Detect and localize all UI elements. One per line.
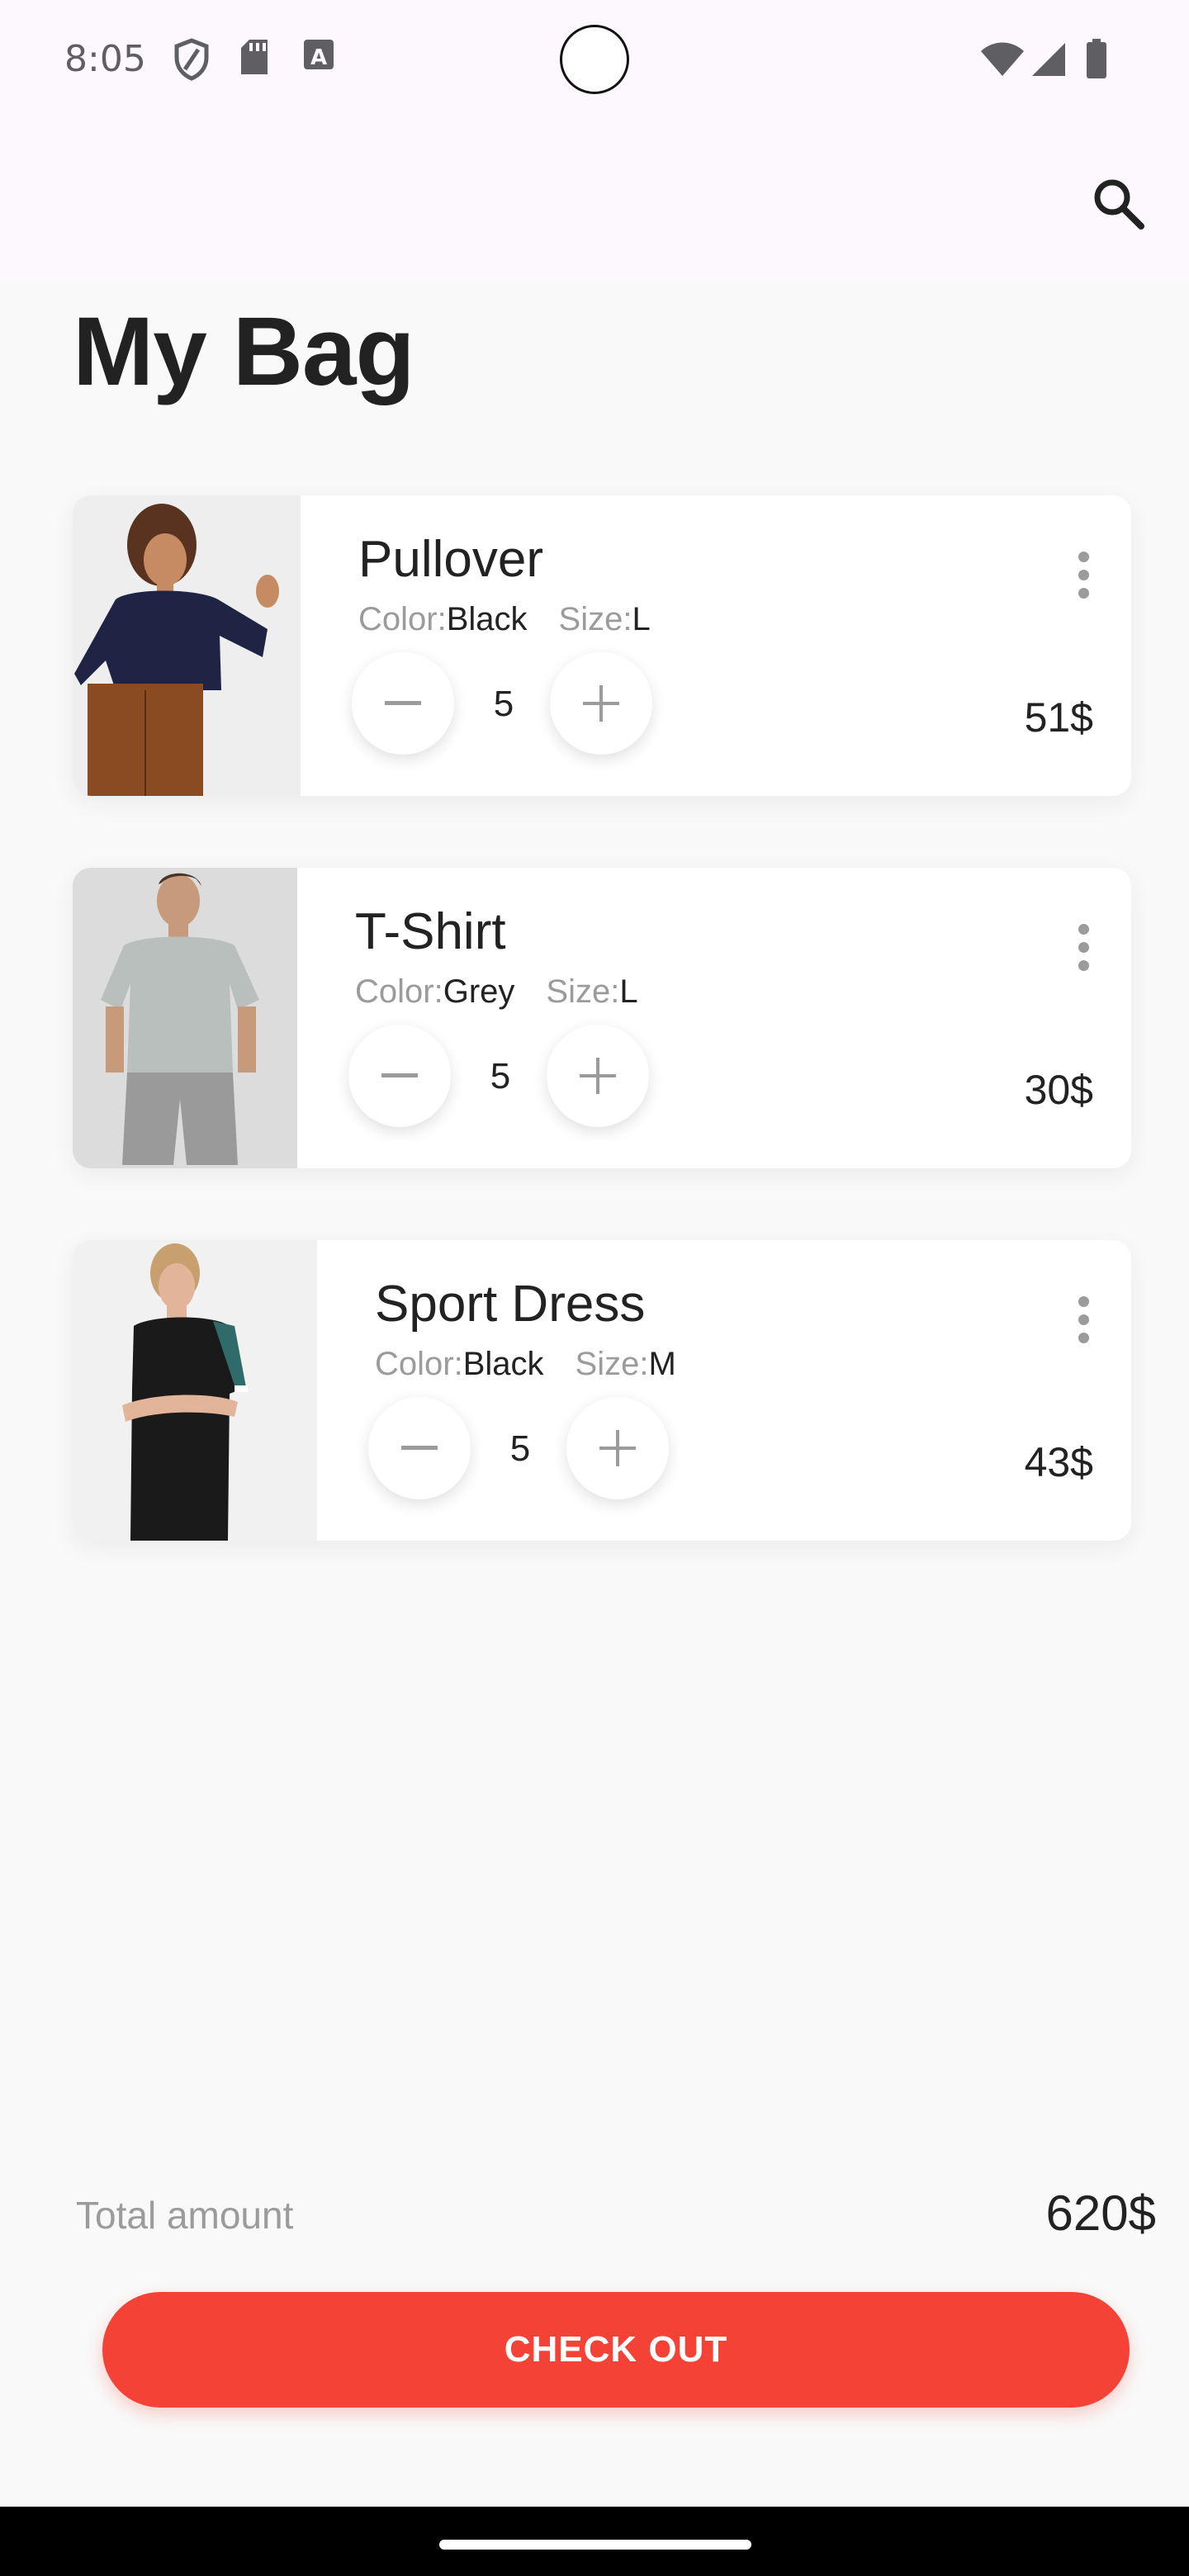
sd-card-icon [241,40,268,74]
color-value: Black [446,601,528,637]
woman-sport-dress-photo [73,1240,317,1541]
size-value: L [619,973,638,1010]
more-options-button[interactable] [1067,542,1100,608]
total-amount-value: 620$ [1045,2185,1156,2241]
total-amount-label: Total amount [76,2194,294,2237]
plus-icon [583,685,619,722]
bag-item-card[interactable]: Pullover Color:Black Size:L 5 51$ [73,495,1131,796]
wifi-icon [981,42,1024,76]
home-gesture-handle[interactable] [439,2540,751,2550]
color-value: Grey [443,973,515,1010]
checkout-button[interactable]: CHECK OUT [102,2292,1130,2408]
app-bar [0,121,1189,281]
item-details: Sport Dress Color:Black Size:M 5 43$ [317,1240,1131,1541]
plus-icon [580,1058,616,1094]
status-time: 8:05 [64,38,146,80]
minus-icon [385,701,421,705]
svg-text:A: A [310,45,327,70]
item-attributes: Color:Grey Size:L [355,973,638,1011]
signal-icon [1032,43,1065,76]
item-details: Pullover Color:Black Size:L 5 51$ [301,495,1131,796]
status-bar: 8:05 A [0,0,1189,121]
size-label: Size: [546,973,620,1010]
quantity-value: 5 [490,1056,511,1096]
woman-pullover-photo [73,495,301,796]
decrease-quantity-button[interactable] [352,652,454,755]
camera-cutout [560,25,629,94]
item-price: 51$ [1024,694,1093,741]
color-label: Color: [358,601,447,637]
more-vertical-icon [1078,1295,1089,1307]
system-navigation-bar [0,2507,1189,2576]
size-label: Size: [575,1346,649,1382]
quantity-value: 5 [509,1428,531,1469]
search-icon [1094,179,1144,230]
font-a-icon: A [304,40,334,70]
size-value: M [648,1346,676,1382]
page-title: My Bag [73,297,415,406]
item-name: T-Shirt [355,903,506,960]
battery-icon [1087,39,1106,78]
increase-quantity-button[interactable] [547,1025,649,1127]
increase-quantity-button[interactable] [550,652,652,755]
search-button[interactable] [1082,167,1156,241]
item-attributes: Color:Black Size:L [358,601,651,638]
item-details: T-Shirt Color:Grey Size:L 5 30$ [297,868,1131,1168]
shield-icon [174,38,209,81]
size-label: Size: [558,601,632,637]
minus-icon [401,1446,438,1450]
plus-icon [599,1430,636,1466]
bag-item-card[interactable]: Sport Dress Color:Black Size:M 5 43$ [73,1240,1131,1541]
more-vertical-icon [1078,551,1089,562]
item-attributes: Color:Black Size:M [375,1346,676,1383]
more-options-button[interactable] [1067,914,1100,980]
item-name: Sport Dress [375,1276,646,1333]
increase-quantity-button[interactable] [566,1397,669,1499]
decrease-quantity-button[interactable] [348,1025,451,1127]
item-price: 43$ [1024,1439,1093,1485]
decrease-quantity-button[interactable] [368,1397,471,1499]
minus-icon [381,1073,418,1077]
man-tshirt-photo [73,868,297,1168]
quantity-value: 5 [493,684,514,724]
more-options-button[interactable] [1067,1286,1100,1352]
bag-item-card[interactable]: T-Shirt Color:Grey Size:L 5 30$ [73,868,1131,1168]
color-label: Color: [375,1346,463,1382]
color-value: Black [462,1346,544,1382]
more-vertical-icon [1078,923,1089,935]
color-label: Color: [355,973,443,1010]
item-name: Pullover [358,531,543,588]
item-price: 30$ [1024,1067,1093,1113]
size-value: L [632,601,651,637]
